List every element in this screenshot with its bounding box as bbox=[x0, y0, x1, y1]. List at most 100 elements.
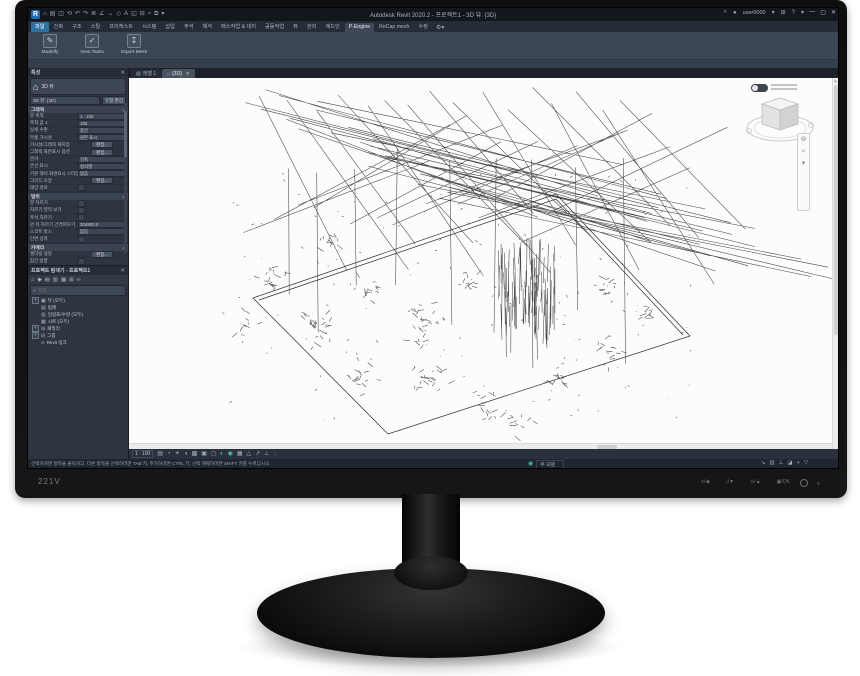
temporary-view-properties-icon[interactable]: ▦ bbox=[237, 450, 243, 459]
select-underlay-elements-icon[interactable]: ▥ bbox=[769, 460, 774, 467]
search-icon[interactable]: ⌕ bbox=[724, 9, 727, 16]
tag-icon[interactable]: ◇ bbox=[116, 9, 121, 20]
property-value[interactable]: 100 bbox=[78, 120, 126, 127]
property-checkbox[interactable] bbox=[78, 207, 85, 214]
rendering-dialog-icon[interactable]: ▩ bbox=[192, 450, 198, 459]
ribbon-tab-7[interactable]: 삽입 bbox=[161, 22, 179, 32]
displacement-sets-icon[interactable]: ↗ bbox=[255, 450, 260, 459]
ribbon-tab-6[interactable]: 시스템 bbox=[138, 22, 160, 32]
property-checkbox[interactable] bbox=[78, 258, 85, 265]
browser-views-icon[interactable]: ▤ bbox=[45, 277, 50, 283]
person-icon[interactable]: ● bbox=[733, 10, 737, 16]
osd-label[interactable]: ⊙/▲ bbox=[750, 479, 761, 485]
show-analytical-model-icon[interactable]: △ bbox=[246, 450, 251, 459]
ribbon-tab-12[interactable]: 뷰 bbox=[289, 22, 302, 32]
tree-item[interactable]: +▣뷰 (모두) bbox=[28, 297, 128, 304]
vertical-scroll-thumb[interactable] bbox=[834, 85, 838, 335]
modify-gear-icon[interactable]: ⚙▾ bbox=[433, 24, 447, 32]
ribbon-tab-2[interactable]: 건축 bbox=[50, 22, 68, 32]
view-tasks-button[interactable]: ✓View Tasks bbox=[76, 34, 108, 55]
navbar-caret-icon[interactable]: ▾ bbox=[798, 158, 809, 170]
properties-scrollbar[interactable] bbox=[124, 103, 127, 253]
app-store-icon[interactable]: ⊞ bbox=[781, 9, 786, 16]
power-button[interactable] bbox=[800, 479, 808, 487]
temporary-hide-isolate-icon[interactable]: ◐ bbox=[220, 450, 224, 459]
ribbon-tab-3[interactable]: 구조 bbox=[68, 22, 86, 32]
tree-item[interactable]: +▦시트 (모두) bbox=[28, 318, 128, 325]
aligned-dimension-icon[interactable]: ↔ bbox=[107, 9, 113, 20]
ribbon-tab-8[interactable]: 주석 bbox=[180, 22, 198, 32]
browser-sheets-icon[interactable]: ▥ bbox=[53, 277, 58, 283]
property-value[interactable]: 없음 bbox=[78, 170, 126, 177]
collaborate-icon[interactable]: ◉ bbox=[528, 461, 533, 468]
open-icon[interactable]: ▤ bbox=[50, 9, 56, 20]
tree-item[interactable]: +⊞패밀리 bbox=[28, 325, 128, 332]
type-selector[interactable]: ⌂ 3D 뷰 bbox=[30, 78, 126, 95]
browser-groups-icon[interactable]: ⊞ bbox=[69, 277, 74, 283]
import-mesh-button[interactable]: ↧Import Mesh bbox=[118, 34, 150, 55]
switch-windows-icon[interactable]: ⧉ bbox=[154, 9, 158, 20]
save-icon[interactable]: ◫ bbox=[58, 9, 64, 20]
home-icon[interactable]: ⌂ bbox=[43, 9, 47, 20]
osd-label[interactable]: ♪/▼ bbox=[725, 479, 734, 485]
print-icon[interactable]: ≣ bbox=[91, 9, 96, 20]
property-value[interactable]: 정의별 bbox=[78, 163, 126, 170]
ribbon-tab-4[interactable]: 스틸 bbox=[87, 22, 105, 32]
undo-icon[interactable]: ↶ bbox=[75, 9, 80, 20]
property-value[interactable]: 중간 bbox=[78, 127, 126, 134]
active-workset[interactable]: 주 모델 bbox=[536, 460, 564, 468]
view-tab-1[interactable]: ▤레벨 1 bbox=[131, 69, 161, 78]
visual-style-icon[interactable]: ◔ bbox=[167, 450, 171, 459]
default-3d-view-icon[interactable]: ◱ bbox=[131, 9, 137, 20]
help-icon[interactable]: ? bbox=[792, 10, 795, 16]
property-value[interactable]: 원본 표시 bbox=[78, 134, 126, 141]
restore-button[interactable]: ▢ bbox=[820, 9, 826, 16]
edit-type-button[interactable]: 유형 편집 bbox=[102, 96, 126, 105]
ribbon-tab-11[interactable]: 공동작업 bbox=[261, 22, 288, 32]
property-checkbox[interactable] bbox=[78, 184, 85, 191]
type-instance[interactable]: 3D 뷰: {3D} bbox=[30, 96, 100, 105]
reveal-hidden-elements-icon[interactable]: ◉ bbox=[228, 450, 233, 459]
tree-expand-icon[interactable]: + bbox=[32, 325, 39, 332]
help-caret-icon[interactable]: ▾ bbox=[801, 9, 804, 16]
text-icon[interactable]: A bbox=[124, 9, 128, 20]
modelfy-button[interactable]: ✎Modelfy bbox=[34, 34, 66, 55]
property-value[interactable]: 1 : 100 bbox=[78, 113, 126, 120]
scroll-up-icon[interactable]: ▲ bbox=[833, 78, 838, 84]
vertical-scrollbar[interactable]: ▲ bbox=[832, 78, 838, 449]
property-checkbox[interactable] bbox=[78, 236, 85, 243]
property-checkbox[interactable] bbox=[78, 214, 85, 221]
sun-path-icon[interactable]: ☀ bbox=[175, 450, 180, 459]
detail-level-icon[interactable]: ▤ bbox=[157, 450, 163, 459]
tree-item[interactable]: +▤범례 bbox=[28, 304, 128, 311]
view-tab-close-icon[interactable]: ✕ bbox=[186, 71, 190, 77]
browser-links-icon[interactable]: ∞ bbox=[77, 277, 81, 283]
property-value[interactable]: 304800.0 bbox=[78, 221, 126, 228]
ribbon-tab-16[interactable]: ReCap mesh bbox=[375, 23, 413, 32]
graphics-toggle[interactable] bbox=[751, 84, 768, 92]
ribbon-tab-15[interactable]: P-Engine bbox=[345, 23, 374, 32]
browser-favorites-icon[interactable]: ◆ bbox=[37, 277, 41, 283]
osd-label[interactable]: ▣/OK bbox=[777, 479, 790, 485]
zoom-tool-icon[interactable]: ⌕ bbox=[798, 146, 809, 158]
steering-wheel-icon[interactable]: ⊚ bbox=[798, 134, 809, 146]
property-checkbox[interactable] bbox=[78, 200, 85, 207]
drawing-area[interactable]: ⊚ ⌕ ▾ ▲ bbox=[129, 78, 838, 449]
worksharing-display-icon[interactable]: ◌ bbox=[273, 450, 277, 459]
customize-caret-icon[interactable]: ▾ bbox=[161, 9, 164, 20]
close-button[interactable]: ✕ bbox=[831, 9, 836, 16]
reveal-constraints-icon[interactable]: ⊥ bbox=[264, 450, 269, 459]
browser-home-icon[interactable]: ⌂ bbox=[31, 277, 34, 283]
revit-logo[interactable]: R bbox=[31, 10, 40, 19]
project-browser-close-icon[interactable]: ✕ bbox=[120, 268, 125, 274]
user-caret-icon[interactable]: ▾ bbox=[772, 9, 775, 16]
tree-expand-icon[interactable]: + bbox=[32, 332, 39, 339]
ribbon-tab-5[interactable]: 프리캐스트 bbox=[105, 22, 137, 32]
select-links-icon[interactable]: ↘ bbox=[761, 460, 766, 467]
properties-close-icon[interactable]: ✕ bbox=[120, 70, 125, 76]
tree-expand-icon[interactable]: + bbox=[32, 297, 39, 304]
selection-filter-icon[interactable]: ▽ bbox=[804, 460, 808, 467]
view-scale-button[interactable]: 1 : 100 bbox=[132, 450, 153, 458]
section-icon[interactable]: ⊟ bbox=[140, 9, 145, 20]
ribbon-tab-1[interactable]: 파일 bbox=[31, 22, 49, 32]
